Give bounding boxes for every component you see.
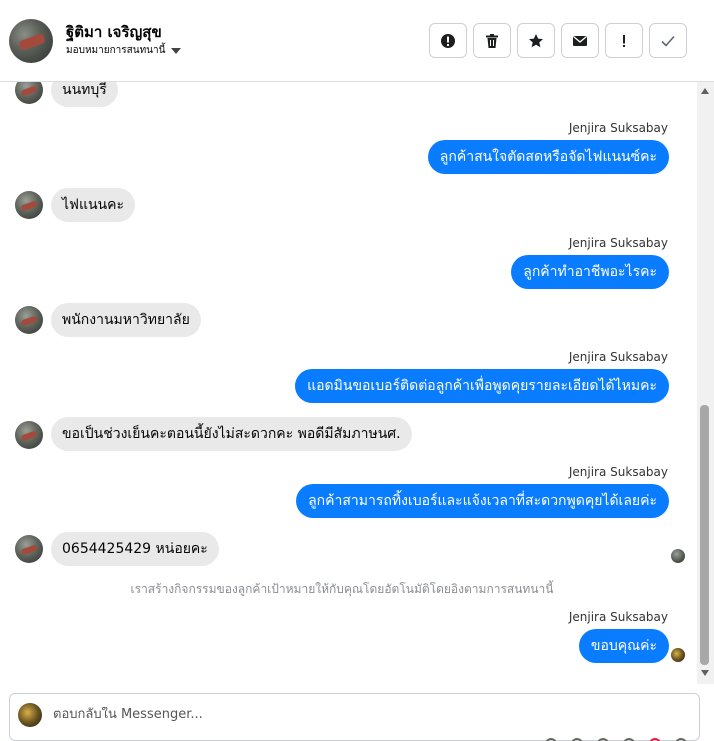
chat-scrollbar[interactable] — [697, 82, 714, 684]
conversation-actions — [429, 23, 687, 58]
reply-input[interactable] — [53, 707, 653, 722]
reply-composer — [9, 693, 700, 741]
trash-icon — [486, 33, 498, 48]
outgoing-message[interactable]: แอดมินขอเบอร์ติดต่อลูกค้าเพื่อพูดคุยรายล… — [295, 369, 669, 403]
assign-label: มอบหมายการสนทนานี้ — [66, 45, 166, 56]
agent-avatar — [18, 703, 42, 727]
customer-avatar — [15, 421, 43, 449]
incoming-message[interactable]: 0654425429 หน่อยคะ — [51, 532, 219, 566]
delete-button[interactable] — [473, 23, 511, 58]
star-button[interactable] — [517, 23, 555, 58]
customer-avatar — [15, 535, 43, 563]
scroll-down-arrow-icon[interactable] — [701, 670, 709, 676]
conversation-header: ฐิติมา เจริญสุข มอบหมายการสนทนานี้ — [0, 0, 714, 82]
outgoing-message[interactable]: ลูกค้าสามารถทิ้งเบอร์และแจ้งเวลาที่สะดวก… — [296, 484, 669, 518]
seen-indicator-avatar — [671, 549, 685, 563]
check-icon — [661, 35, 675, 47]
customer-avatar — [15, 306, 43, 334]
system-activity-note: เราสร้างกิจกรรมของลูกค้าเป้าหมายให้กับคุ… — [130, 582, 554, 596]
incoming-message[interactable]: ไฟแนนคะ — [51, 188, 136, 222]
sender-name: Jenjira Suksabay — [568, 465, 668, 479]
exclamation-icon — [623, 34, 625, 47]
envelope-icon — [573, 35, 587, 46]
outgoing-message[interactable]: ลูกค้าทำอาชีพอะไรคะ — [511, 255, 669, 289]
customer-avatar — [15, 191, 43, 219]
scroll-thumb[interactable] — [700, 405, 709, 665]
outgoing-message[interactable]: ลูกค้าสนใจตัดสดหรือจัดไฟแนนซ์คะ — [427, 140, 669, 174]
incoming-message[interactable]: นนทบุรี — [51, 82, 118, 107]
assign-conversation-dropdown[interactable]: มอบหมายการสนทนานี้ — [66, 43, 182, 58]
follow-up-button[interactable] — [605, 23, 643, 58]
read-receipt-avatar — [671, 648, 685, 662]
mark-spam-button[interactable] — [429, 23, 467, 58]
contact-name[interactable]: ฐิติมา เจริญสุข — [66, 20, 162, 44]
sender-name: Jenjira Suksabay — [568, 350, 668, 364]
sender-name: Jenjira Suksabay — [568, 610, 668, 624]
customer-avatar — [15, 82, 43, 104]
message-thread[interactable]: นนทบุรี Jenjira Suksabay ลูกค้าสนใจตัดสด… — [0, 82, 697, 684]
sender-name: Jenjira Suksabay — [568, 121, 668, 135]
mark-done-button[interactable] — [649, 23, 687, 58]
star-icon — [529, 33, 543, 47]
incoming-message[interactable]: ขอเป็นช่วงเย็นคะตอนนี้ยังไม่สะดวกคะ พอดี… — [51, 417, 412, 451]
outgoing-message[interactable]: ขอบคุณค่ะ — [578, 629, 669, 663]
alert-circle-icon — [441, 33, 455, 48]
contact-avatar[interactable] — [9, 19, 53, 63]
scroll-up-arrow-icon[interactable] — [701, 88, 709, 94]
mark-unread-button[interactable] — [561, 23, 599, 58]
caret-down-icon — [171, 47, 182, 54]
sender-name: Jenjira Suksabay — [568, 236, 668, 250]
incoming-message[interactable]: พนักงานมหาวิทยาลัย — [51, 303, 201, 337]
